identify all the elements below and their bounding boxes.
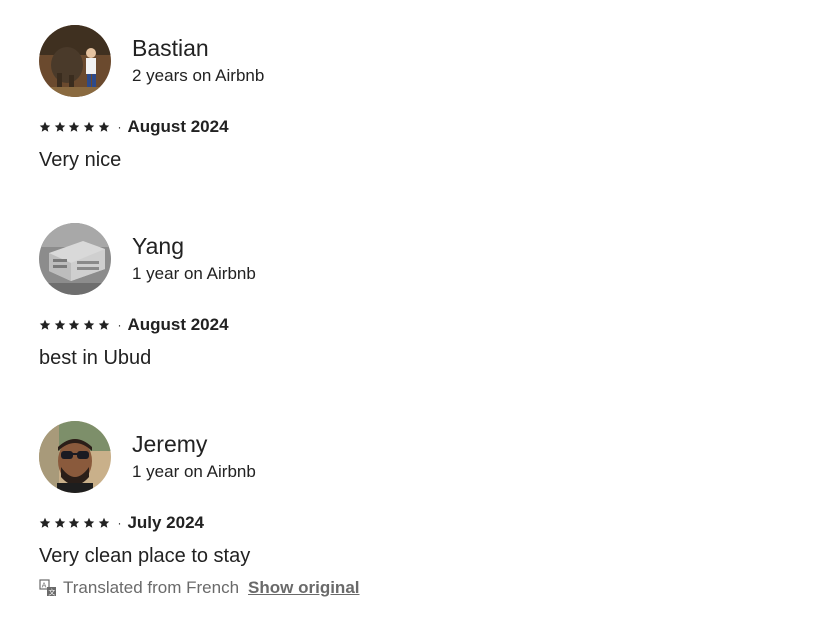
translation-text: Translated from French	[63, 578, 240, 597]
review-header: Bastian 2 years on Airbnb	[39, 25, 799, 97]
review-text: best in Ubud	[39, 347, 152, 369]
star-icon	[54, 517, 65, 528]
reviewer-tenure: 1 year on Airbnb	[132, 264, 256, 283]
review-date: July 2024	[127, 513, 204, 532]
separator-dot: ·	[117, 120, 122, 134]
reviewer-name[interactable]: Yang	[132, 232, 256, 260]
star-icon	[39, 517, 51, 528]
review-date: August 2024	[127, 315, 229, 334]
reviewer-info: Yang 1 year on Airbnb	[132, 232, 256, 286]
review-item: Jeremy 1 year on Airbnb · July 2024 Very…	[39, 421, 799, 598]
review-date: August 2024	[127, 117, 229, 136]
review-meta: · August 2024	[39, 314, 799, 336]
svg-text:A: A	[42, 581, 47, 589]
star-rating	[39, 121, 112, 133]
reviewer-info: Jeremy 1 year on Airbnb	[132, 430, 256, 484]
review-text: Very clean place to stay	[39, 545, 251, 567]
separator-dot: ·	[117, 516, 122, 530]
review-item: Bastian 2 years on Airbnb · August 2024 …	[39, 25, 799, 174]
review-text: Very nice	[39, 149, 122, 171]
star-icon	[98, 121, 109, 132]
star-icon	[83, 517, 95, 528]
avatar[interactable]	[39, 25, 111, 97]
reviewer-tenure: 2 years on Airbnb	[132, 66, 265, 85]
translate-icon: A 文	[39, 579, 56, 597]
review-header: Yang 1 year on Airbnb	[39, 223, 799, 295]
reviewer-info: Bastian 2 years on Airbnb	[132, 34, 264, 88]
review-meta: · July 2024	[39, 512, 799, 534]
star-icon	[69, 319, 80, 330]
separator-dot: ·	[117, 318, 122, 332]
reviewer-name[interactable]: Bastian	[132, 34, 264, 62]
star-icon	[69, 121, 80, 132]
star-icon	[39, 121, 51, 132]
avatar[interactable]	[39, 223, 111, 295]
star-icon	[83, 121, 95, 132]
show-original-link[interactable]: Show original	[248, 578, 359, 598]
star-rating	[39, 517, 112, 529]
review-item: Yang 1 year on Airbnb · August 2024 best…	[39, 223, 799, 372]
star-icon	[69, 517, 80, 528]
avatar[interactable]	[39, 421, 111, 493]
translation-note: A 文 Translated from French Show original	[39, 578, 799, 598]
reviewer-name[interactable]: Jeremy	[132, 430, 256, 458]
star-icon	[39, 319, 51, 330]
star-icon	[54, 319, 65, 330]
reviewer-tenure: 1 year on Airbnb	[132, 462, 256, 481]
star-icon	[54, 121, 65, 132]
review-header: Jeremy 1 year on Airbnb	[39, 421, 799, 493]
star-icon	[98, 319, 109, 330]
star-rating	[39, 319, 112, 331]
star-icon	[83, 319, 95, 330]
svg-text:文: 文	[48, 588, 55, 597]
review-meta: · August 2024	[39, 116, 799, 138]
star-icon	[98, 517, 109, 528]
